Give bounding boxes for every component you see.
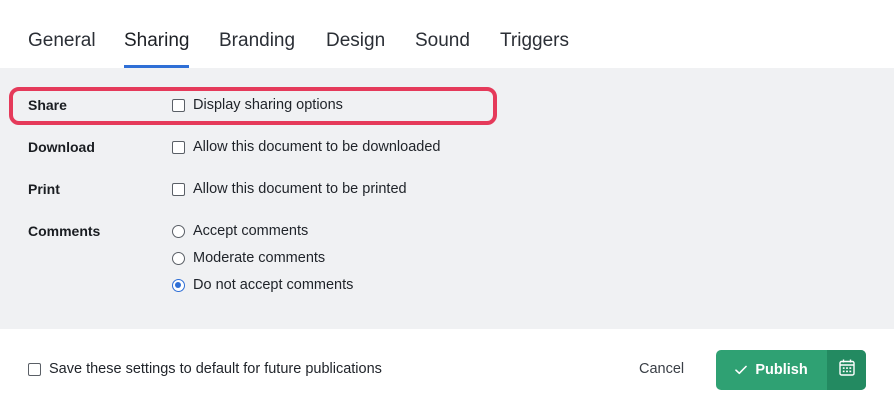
do-not-accept-comments-radio[interactable]: Do not accept comments: [172, 277, 353, 293]
publish-button[interactable]: Publish: [716, 350, 827, 390]
print-label: Print: [28, 181, 60, 197]
display-sharing-options-checkbox[interactable]: Display sharing options: [172, 97, 343, 113]
save-default-label: Save these settings to default for futur…: [49, 361, 382, 377]
schedule-publish-button[interactable]: [827, 350, 866, 390]
moderate-comments-radio[interactable]: Moderate comments: [172, 250, 325, 266]
checkbox-box[interactable]: [172, 182, 185, 196]
tab-sharing[interactable]: Sharing: [124, 30, 190, 52]
radio-circle-selected[interactable]: [172, 278, 185, 292]
tab-bar: General Sharing Branding Design Sound Tr…: [0, 0, 894, 68]
accept-comments-label: Accept comments: [193, 223, 309, 239]
check-icon: [735, 365, 748, 375]
allow-print-label: Allow this document to be printed: [193, 181, 407, 197]
comments-label: Comments: [28, 223, 101, 239]
tab-design[interactable]: Design: [326, 30, 385, 52]
tab-sound[interactable]: Sound: [415, 30, 470, 52]
checkbox-box[interactable]: [172, 98, 185, 112]
tab-triggers[interactable]: Triggers: [500, 30, 569, 52]
share-label: Share: [28, 97, 67, 113]
checkbox-box[interactable]: [172, 140, 185, 154]
radio-circle[interactable]: [172, 224, 185, 238]
display-sharing-options-label: Display sharing options: [193, 97, 343, 113]
tab-branding[interactable]: Branding: [219, 30, 295, 52]
radio-circle[interactable]: [172, 251, 185, 265]
checkbox-box[interactable]: [28, 362, 41, 376]
accept-comments-radio[interactable]: Accept comments: [172, 223, 308, 239]
calendar-icon: [838, 359, 855, 381]
sharing-settings-panel: [0, 68, 894, 329]
publish-split-button: Publish: [716, 350, 866, 390]
publish-label: Publish: [755, 362, 808, 378]
allow-print-checkbox[interactable]: Allow this document to be printed: [172, 181, 407, 197]
allow-download-checkbox[interactable]: Allow this document to be downloaded: [172, 139, 440, 155]
download-label: Download: [28, 139, 95, 155]
allow-download-label: Allow this document to be downloaded: [193, 139, 441, 155]
tab-general[interactable]: General: [28, 30, 96, 52]
save-default-checkbox[interactable]: Save these settings to default for futur…: [28, 361, 382, 377]
do-not-accept-comments-label: Do not accept comments: [193, 277, 354, 293]
cancel-button[interactable]: Cancel: [639, 361, 684, 377]
moderate-comments-label: Moderate comments: [193, 250, 326, 266]
